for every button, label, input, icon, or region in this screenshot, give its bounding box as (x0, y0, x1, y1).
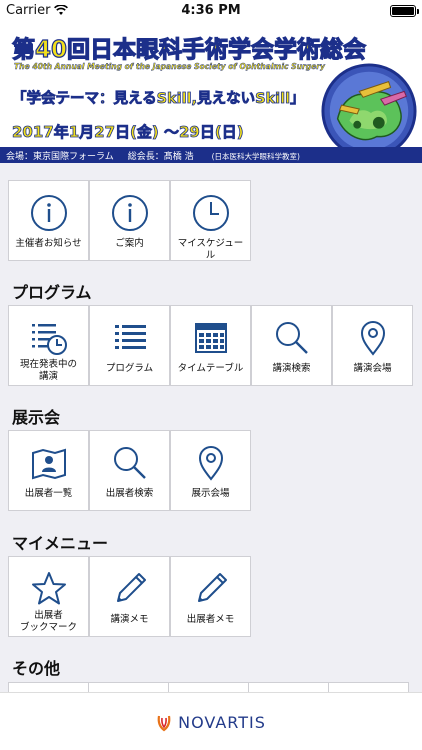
list-clock-icon (31, 324, 67, 355)
menu-label: タイムテーブル (177, 363, 244, 374)
conference-banner: 第40回日本眼科手術学会学術総会 The 40th Annual Meeting… (0, 22, 422, 162)
menu-cell[interactable] (8, 682, 89, 692)
menu-guide[interactable]: ご案内 (89, 180, 170, 261)
menu-organizer-news[interactable]: 主催者お知らせ (8, 180, 89, 261)
pencil-icon (116, 573, 146, 602)
menu-exhibitor-search[interactable]: 出展者検索 (89, 430, 170, 511)
section-title-program: プログラム (12, 283, 92, 302)
list-icon (114, 325, 146, 349)
status-time: 4:36 PM (181, 3, 241, 18)
menu-my-schedule[interactable]: マイスケジュール (170, 180, 251, 261)
star-icon (31, 572, 66, 605)
menu-label: プログラム (105, 363, 154, 374)
program-menu-grid: 現在発表中の 講演 プログラム タイムテーブル 講演検索 講演会場 (8, 305, 413, 386)
menu-label: 主催者お知らせ (15, 238, 82, 249)
banner-title: 第40回日本眼科手術学会学術総会 (11, 36, 367, 63)
sponsor-footer[interactable]: NOVARTIS (0, 692, 422, 750)
section-title-mymenu: マイメニュー (12, 534, 109, 553)
conference-logo-icon (321, 63, 417, 159)
menu-timetable[interactable]: タイムテーブル (170, 305, 251, 386)
president-label: 総会長：髙橋 浩 (日本医科大学眼科学教室) (127, 151, 300, 162)
exhibitor-map-icon (31, 448, 66, 480)
search-icon (113, 447, 146, 479)
menu-lecture-memo[interactable]: 講演メモ (89, 556, 170, 637)
menu-current-lectures[interactable]: 現在発表中の 講演 (8, 305, 89, 386)
menu-program[interactable]: プログラム (89, 305, 170, 386)
menu-exhibitor-bookmarks[interactable]: 出展者 ブックマーク (8, 556, 89, 637)
section-title-exhibition: 展示会 (12, 408, 61, 427)
sponsor-brand: NOVARTIS (156, 713, 266, 732)
menu-cell[interactable] (248, 682, 329, 692)
novartis-logo-icon (157, 715, 171, 731)
menu-label: 現在発表中の 講演 (19, 359, 77, 382)
menu-lecture-venue[interactable]: 講演会場 (332, 305, 413, 386)
menu-label: ご案内 (115, 238, 144, 249)
menu-cell[interactable] (328, 682, 409, 692)
map-pin-icon (198, 446, 223, 481)
venue-info-bar: 会場：東京国際フォーラム 総会長：髙橋 浩 (日本医科大学眼科学教室) (0, 147, 422, 163)
sponsor-name: NOVARTIS (178, 713, 266, 732)
calendar-icon (194, 323, 227, 353)
affiliation-label: (日本医科大学眼科学教室) (211, 151, 300, 161)
menu-exhibition-hall[interactable]: 展示会場 (170, 430, 251, 511)
menu-label: 講演会場 (353, 363, 392, 374)
mymenu-grid: 出展者 ブックマーク 講演メモ 出展者メモ (8, 556, 413, 637)
menu-label: 出展者 ブックマーク (19, 610, 77, 633)
pencil-icon (197, 573, 227, 602)
info-icon (30, 195, 67, 231)
menu-exhibitor-memo[interactable]: 出展者メモ (170, 556, 251, 637)
menu-label: 講演メモ (110, 614, 149, 625)
battery-icon (390, 5, 419, 17)
banner-theme: 「学会テーマ：見えるSkill,見えないSkill」 (12, 91, 305, 108)
banner-subtitle: The 40th Annual Meeting of the Japanese … (14, 62, 325, 71)
menu-label: マイスケジュール (177, 238, 244, 261)
section-title-other: その他 (12, 659, 61, 678)
menu-label: 展示会場 (191, 488, 230, 499)
map-pin-icon (360, 321, 385, 356)
menu-label: 講演検索 (272, 363, 311, 374)
banner-dates: 2017年1月27日(金) 〜29日(日) (12, 123, 244, 142)
clock-icon (192, 195, 229, 231)
top-menu-grid: 主催者お知らせ ご案内 マイスケジュール (8, 180, 413, 261)
menu-exhibitor-list[interactable]: 出展者一覧 (8, 430, 89, 511)
status-bar: Carrier 4:36 PM (0, 0, 422, 22)
menu-cell[interactable] (88, 682, 169, 692)
info-icon (111, 195, 148, 231)
search-icon (275, 322, 308, 354)
menu-cell[interactable] (168, 682, 249, 692)
menu-label: 出展者メモ (186, 614, 235, 625)
menu-lecture-search[interactable]: 講演検索 (251, 305, 332, 386)
menu-label: 出展者検索 (105, 488, 154, 499)
venue-label: 会場：東京国際フォーラム (6, 151, 114, 162)
other-menu-grid (8, 682, 414, 692)
exhibition-menu-grid: 出展者一覧 出展者検索 展示会場 (8, 430, 413, 511)
menu-label: 出展者一覧 (24, 488, 73, 499)
